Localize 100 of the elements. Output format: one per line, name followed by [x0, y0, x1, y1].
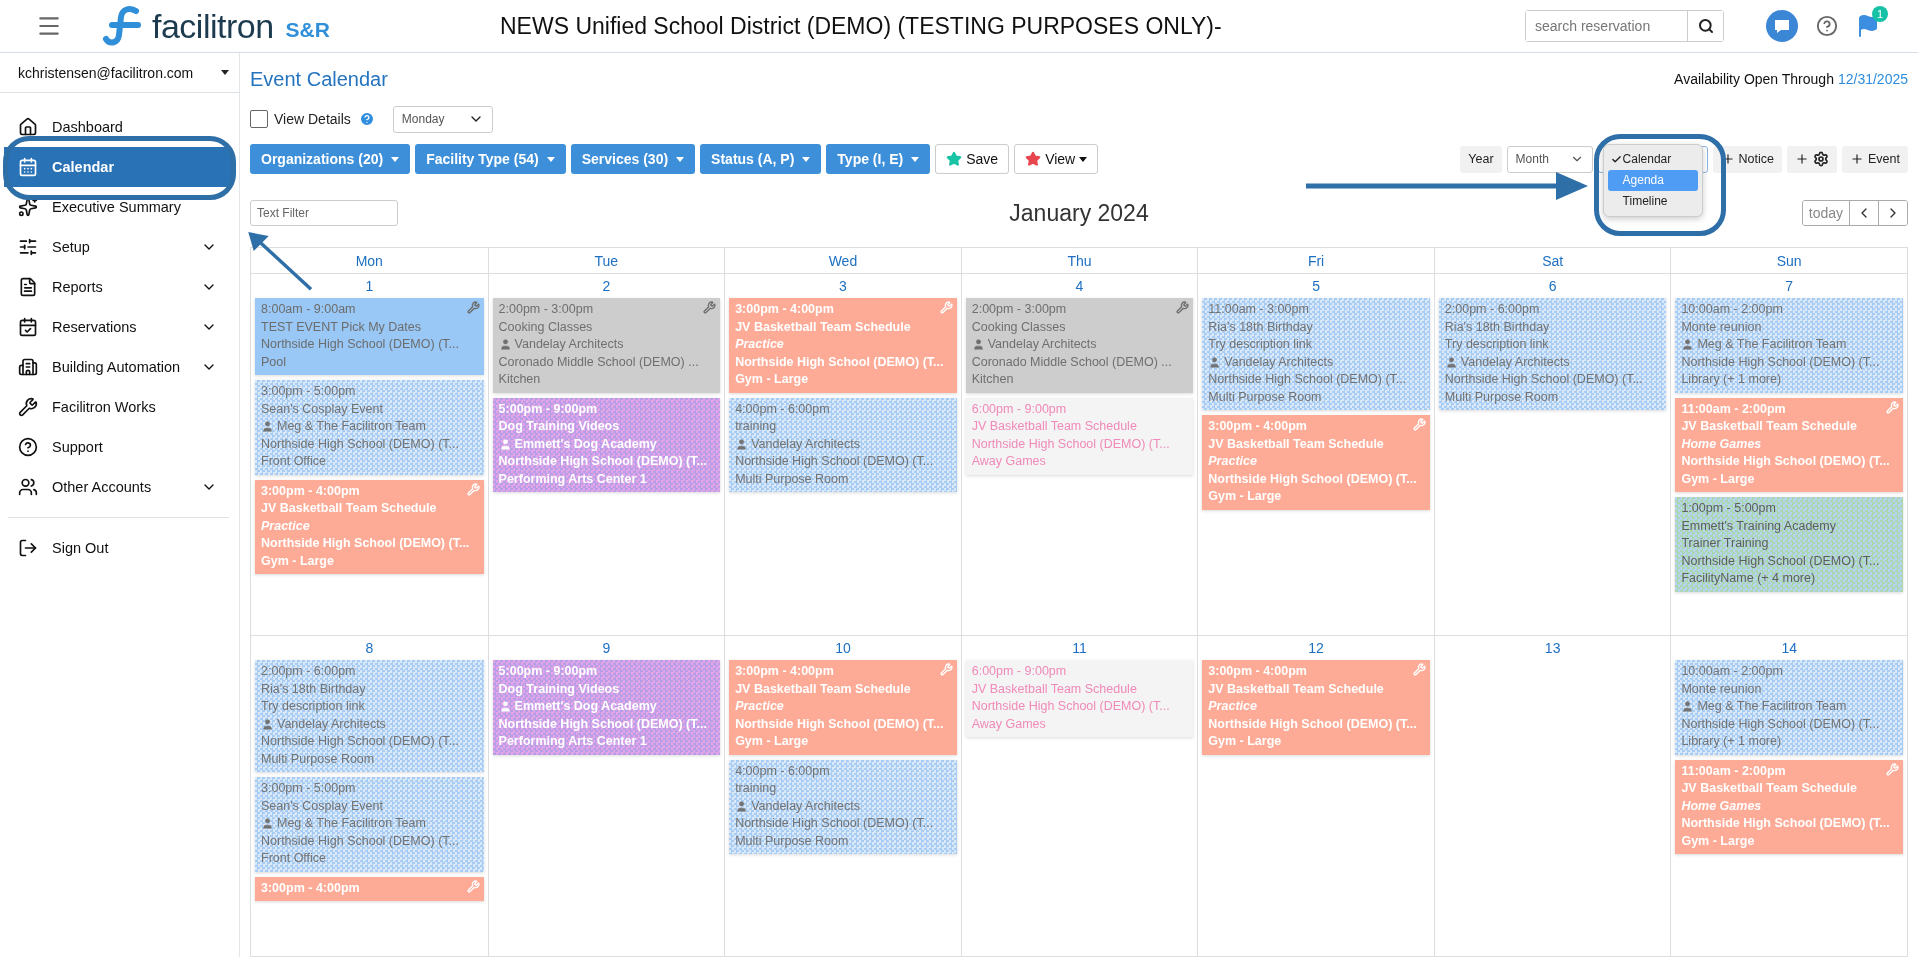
event-card[interactable]: 10:00am - 2:00pm Monte reunion Meg & The Facilitron Team Northside High School (DEMO) (T... Library (+ 1 more) — [1675, 660, 1903, 755]
event-text: Meg & The Facilitron Team — [277, 418, 426, 435]
nav-item[interactable]: Support — [4, 427, 231, 467]
search-field[interactable]: search reservation — [1525, 10, 1724, 42]
event-text: Gym - Large — [1208, 733, 1283, 750]
day-number[interactable]: 9 — [602, 636, 611, 660]
day-number[interactable]: 5 — [1312, 274, 1320, 298]
menu-item[interactable]: Timeline — [1607, 190, 1698, 212]
event-text: Vandelay Architects — [751, 435, 860, 453]
nav-item[interactable]: Executive Summary — [4, 187, 231, 227]
day-number[interactable]: 12 — [1308, 636, 1324, 660]
filter-dropdown[interactable]: Facility Type (54) — [415, 144, 566, 174]
nav-item[interactable]: Facilitron Works — [4, 387, 231, 427]
text-filter-field[interactable]: Text Filter — [250, 200, 398, 226]
event-text: Trainer Training — [1681, 535, 1770, 552]
year-button[interactable]: Year — [1460, 145, 1502, 173]
event-card[interactable]: 8:00am - 9:00am TEST EVENT Pick My Dates Northside High School (DEMO) (T... Pool — [255, 298, 484, 375]
menu-item[interactable]: Calendar — [1607, 148, 1698, 170]
event-text: Away Games — [971, 453, 1047, 470]
day-number[interactable]: 8 — [365, 636, 374, 660]
nav-item[interactable]: Other Accounts — [4, 467, 231, 507]
event-text: Northside High School (DEMO) (T... — [971, 698, 1171, 715]
event-card[interactable]: 2:00pm - 3:00pm Cooking Classes Vandelay Architects Coronado Middle School (DEMO) ... Kitchen — [965, 298, 1194, 393]
event-time: 3:00pm - 4:00pm — [735, 301, 835, 318]
day-number[interactable]: 11 — [1072, 636, 1087, 660]
event-text: Library (+ 1 more) — [1681, 371, 1783, 388]
event-card[interactable]: 3:00pm - 5:00pm Sean's Cosplay Event Meg & The Facilitron Team Northside High School (DEMO) (T... Front Office — [255, 380, 484, 475]
event-text: Kitchen — [971, 371, 1015, 388]
event-time: 3:00pm - 4:00pm — [735, 663, 835, 680]
event-text: Cooking Classes — [498, 318, 594, 336]
nav-item[interactable]: Setup — [4, 227, 231, 267]
district-title: NEWS Unified School District (DEMO) (TESTING PURPOSES ONLY)- — [500, 12, 1223, 40]
product-name: S&R — [285, 18, 330, 42]
event-text: Monte reunion — [1681, 680, 1763, 698]
event-time: 8:00am - 9:00am — [261, 301, 357, 318]
event-card[interactable]: 4:00pm - 6:00pm training Vandelay Architects Northside High School (DEMO) (T... Multi Purpose Room — [729, 397, 957, 492]
nav-item[interactable]: Reports — [4, 267, 231, 307]
menu-item[interactable]: Agenda — [1607, 169, 1698, 191]
event-time: 2:00pm - 6:00pm — [261, 663, 357, 680]
day-number[interactable]: 10 — [835, 636, 851, 660]
day-number[interactable]: 6 — [1548, 274, 1557, 298]
nav-item[interactable]: Calendar — [4, 147, 231, 187]
day-number[interactable]: 3 — [839, 274, 847, 298]
event-text: Front Office — [261, 453, 328, 470]
event-card[interactable]: 3:00pm - 5:00pm Sean's Cosplay Event Meg & The Facilitron Team Northside High School (DEMO) (T... Front Office — [255, 777, 484, 872]
event-time: 1:00pm - 5:00pm — [1681, 500, 1777, 517]
event-text: Multi Purpose Room — [735, 470, 850, 488]
weekday-header: Fri — [1197, 248, 1434, 274]
day-number[interactable]: 1 — [365, 274, 374, 298]
day-number[interactable]: 7 — [1785, 274, 1794, 298]
event-time: 10:00am - 2:00pm — [1681, 301, 1784, 318]
event-text: JV Basketball Team Schedule — [735, 318, 912, 336]
event-text: Performing Arts Center 1 — [498, 470, 648, 488]
day-number[interactable]: 14 — [1781, 636, 1797, 660]
sign-out-link[interactable]: Sign Out — [4, 528, 231, 568]
event-text: Northside High School (DEMO) (T... — [735, 453, 935, 470]
event-card[interactable]: 2:00pm - 6:00pm Ria's 18th Birthday Try description link Vandelay Architects Northside High School (DEMO) (T... Multi Purpose Room — [255, 660, 484, 772]
month-select[interactable]: Month — [1506, 145, 1593, 173]
add-button[interactable]: Event — [1842, 145, 1908, 173]
event-text: Multi Purpose Room — [1208, 388, 1323, 406]
event-text: Gym - Large — [1681, 470, 1756, 488]
event-text: Emmett's Dog Academy — [514, 698, 657, 715]
event-text: Emmett's Training Academy — [1681, 517, 1837, 535]
day-number[interactable]: 4 — [1075, 274, 1084, 298]
notification-badge: 1 — [1872, 6, 1888, 22]
day-number[interactable]: 13 — [1544, 636, 1561, 660]
add-button[interactable]: Notice — [1712, 145, 1783, 173]
event-text: JV Basketball Team Schedule — [1681, 418, 1858, 435]
event-card[interactable]: 10:00am - 2:00pm Monte reunion Meg & The Facilitron Team Northside High School (DEMO) (T... Library (+ 1 more) — [1675, 298, 1903, 393]
event-card[interactable]: 11:00am - 3:00pm Ria's 18th Birthday Try description link Vandelay Architects Northside High School (DEMO) (T... Multi Purpose Room — [1202, 298, 1430, 410]
filter-dropdown[interactable]: Services (30) — [570, 144, 696, 174]
view-dropdown[interactable]: View — [1014, 144, 1099, 174]
event-text: Vandelay Architects — [987, 336, 1097, 353]
save-button[interactable]: Save — [935, 144, 1010, 174]
nav-item[interactable]: Dashboard — [4, 107, 231, 147]
event-time: 6:00pm - 9:00pm — [971, 663, 1068, 680]
event-card[interactable]: 2:00pm - 3:00pm Cooking Classes Vandelay Architects Coronado Middle School (DEMO) ... Kitchen — [492, 298, 721, 393]
nav-item[interactable]: Reservations — [4, 307, 231, 347]
user-menu[interactable]: kchristensen@facilitron.com — [0, 53, 239, 93]
nav-item[interactable]: Building Automation — [4, 347, 231, 387]
availability-date[interactable]: 12/31/2025 — [1837, 71, 1908, 87]
filter-dropdown[interactable]: Type (I, E) — [826, 144, 931, 174]
event-time: 11:00am - 3:00pm — [1208, 301, 1310, 318]
event-text: Try description link — [261, 698, 366, 715]
event-text: Away Games — [971, 715, 1047, 733]
day-number[interactable]: 2 — [602, 274, 611, 298]
event-text: Northside High School (DEMO) (T... — [261, 336, 460, 353]
event-card[interactable]: 4:00pm - 6:00pm training Vandelay Architects Northside High School (DEMO) (T... Multi Purpose Room — [729, 759, 957, 854]
event-text: Practice — [735, 698, 785, 715]
event-text: Vandelay Architects — [1460, 353, 1570, 371]
event-text: JV Basketball Team Schedule — [735, 680, 912, 698]
event-time: 5:00pm - 9:00pm — [498, 400, 599, 418]
page-title: Event Calendar — [250, 67, 389, 91]
event-text: Gym - Large — [261, 552, 335, 570]
event-text: Gym - Large — [1208, 488, 1283, 505]
event-card[interactable]: 1:00pm - 5:00pm Emmett's Training Academy Trainer Training Northside High School (DEMO) (T... FacilityName (+ 4 more) — [1675, 497, 1903, 592]
filter-dropdown[interactable]: Organizations (20) — [250, 144, 411, 174]
event-card[interactable]: 2:00pm - 6:00pm Ria's 18th Birthday Try description link Vandelay Architects Northside High School (DEMO) (T... Multi Purpose Room — [1438, 298, 1667, 410]
week-start-select[interactable]: Monday — [392, 105, 493, 133]
filter-dropdown[interactable]: Status (A, P) — [700, 144, 822, 174]
